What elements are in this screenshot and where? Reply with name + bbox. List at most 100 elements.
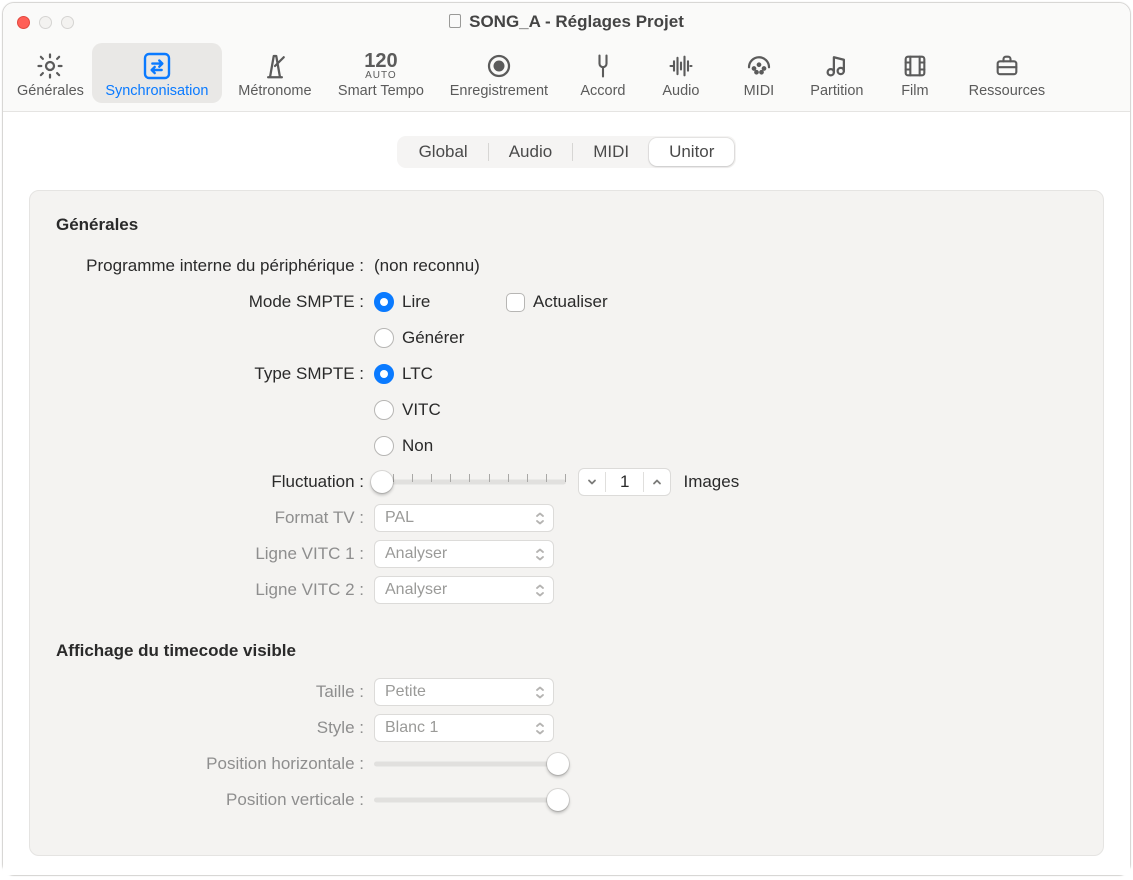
radio-label: Lire (402, 292, 430, 312)
toolbar: Générales Synchronisation Métronome 120 … (3, 41, 1130, 112)
program-value: (non reconnu) (374, 256, 480, 276)
select-value: Petite (385, 683, 426, 701)
toolbar-label: Métronome (238, 83, 311, 99)
type-smpte-label: Type SMPTE : (56, 364, 374, 384)
vitc2-select[interactable]: Analyser (374, 576, 554, 604)
toolbar-label: Ressources (969, 83, 1046, 99)
toolbar-label: Audio (662, 83, 699, 99)
toolbar-tuning[interactable]: Accord (564, 43, 642, 103)
style-select[interactable]: Blanc 1 (374, 714, 554, 742)
tab-midi[interactable]: MIDI (573, 138, 649, 166)
hpos-label: Position horizontale : (56, 754, 374, 774)
tab-global[interactable]: Global (399, 138, 488, 166)
fluctuation-unit: Images (683, 472, 739, 492)
radio-icon (374, 292, 394, 312)
chevron-updown-icon (535, 686, 545, 699)
record-icon (484, 49, 514, 83)
toolbar-sync[interactable]: Synchronisation (92, 43, 222, 103)
select-value: Blanc 1 (385, 719, 438, 737)
style-label: Style : (56, 718, 374, 738)
vitc2-label: Ligne VITC 2 : (56, 580, 374, 600)
radio-type-ltc[interactable]: LTC (374, 364, 494, 384)
window-title: SONG_A - Réglages Projet (3, 12, 1130, 32)
select-value: PAL (385, 509, 414, 527)
radio-label: LTC (402, 364, 433, 384)
vitc1-label: Ligne VITC 1 : (56, 544, 374, 564)
toolbar-label: Partition (810, 83, 863, 99)
vitc1-select[interactable]: Analyser (374, 540, 554, 568)
hpos-slider[interactable] (374, 753, 566, 775)
stepper-up[interactable] (644, 469, 670, 495)
gear-icon (35, 49, 65, 83)
fluctuation-label: Fluctuation : (56, 472, 374, 492)
notes-icon (822, 49, 852, 83)
select-value: Analyser (385, 545, 447, 563)
zoom-button[interactable] (61, 16, 74, 29)
toolbar-midi[interactable]: MIDI (720, 43, 798, 103)
radio-label: VITC (402, 400, 441, 420)
window-controls (3, 16, 74, 29)
radio-type-vitc[interactable]: VITC (374, 400, 494, 420)
toolbar-label: Accord (580, 83, 625, 99)
metronome-icon (260, 49, 290, 83)
tv-format-select[interactable]: PAL (374, 504, 554, 532)
toolbar-audio[interactable]: Audio (642, 43, 720, 103)
radio-icon (374, 436, 394, 456)
toolbar-movie[interactable]: Film (876, 43, 954, 103)
tab-unitor[interactable]: Unitor (649, 138, 734, 166)
section-general-title: Générales (56, 215, 1077, 235)
vpos-label: Position verticale : (56, 790, 374, 810)
toolbar-smart-tempo[interactable]: 120 AUTO Smart Tempo (328, 43, 434, 103)
settings-panel: Générales Programme interne du périphéri… (29, 190, 1104, 856)
radio-type-non[interactable]: Non (374, 436, 494, 456)
fluctuation-slider[interactable] (374, 471, 566, 493)
section-timecode-title: Affichage du timecode visible (56, 641, 1077, 661)
tab-audio[interactable]: Audio (489, 138, 572, 166)
checkbox-label: Actualiser (533, 292, 608, 312)
mode-smpte-label: Mode SMPTE : (56, 292, 374, 312)
briefcase-icon (992, 49, 1022, 83)
toolbar-score[interactable]: Partition (798, 43, 876, 103)
radio-label: Non (402, 436, 433, 456)
document-icon (449, 14, 461, 28)
checkbox-icon (506, 293, 525, 312)
stepper-value: 1 (606, 472, 643, 492)
chevron-updown-icon (535, 722, 545, 735)
stepper-down[interactable] (579, 469, 605, 495)
taille-select[interactable]: Petite (374, 678, 554, 706)
toolbar-label: Synchronisation (105, 83, 208, 99)
titlebar: SONG_A - Réglages Projet (3, 3, 1130, 41)
waveform-icon (666, 49, 696, 83)
film-icon (901, 49, 929, 83)
sub-tabs: Global Audio MIDI Unitor (29, 136, 1104, 168)
close-button[interactable] (17, 16, 30, 29)
sync-icon (141, 49, 173, 83)
toolbar-metronome[interactable]: Métronome (222, 43, 328, 103)
checkbox-actualiser[interactable]: Actualiser (506, 292, 626, 312)
program-label: Programme interne du périphérique : (56, 256, 374, 276)
radio-label: Générer (402, 328, 464, 348)
content: Global Audio MIDI Unitor Générales Progr… (3, 112, 1130, 875)
toolbar-label: Smart Tempo (338, 83, 424, 99)
radio-icon (374, 364, 394, 384)
tv-format-label: Format TV : (56, 508, 374, 528)
vpos-slider[interactable] (374, 789, 566, 811)
chevron-updown-icon (535, 512, 545, 525)
radio-icon (374, 400, 394, 420)
toolbar-label: Générales (17, 83, 84, 99)
radio-mode-generer[interactable]: Générer (374, 328, 494, 348)
toolbar-assets[interactable]: Ressources (954, 43, 1060, 103)
toolbar-label: MIDI (744, 83, 775, 99)
toolbar-general[interactable]: Générales (9, 43, 92, 103)
taille-label: Taille : (56, 682, 374, 702)
radio-icon (374, 328, 394, 348)
radio-mode-lire[interactable]: Lire (374, 292, 494, 312)
minimize-button[interactable] (39, 16, 52, 29)
window: SONG_A - Réglages Projet Générales Synch… (2, 2, 1131, 876)
toolbar-label: Film (901, 83, 928, 99)
select-value: Analyser (385, 581, 447, 599)
toolbar-record[interactable]: Enregistrement (434, 43, 564, 103)
toolbar-label: Enregistrement (450, 83, 548, 99)
fluctuation-stepper[interactable]: 1 (578, 468, 671, 496)
midi-icon (744, 49, 774, 83)
